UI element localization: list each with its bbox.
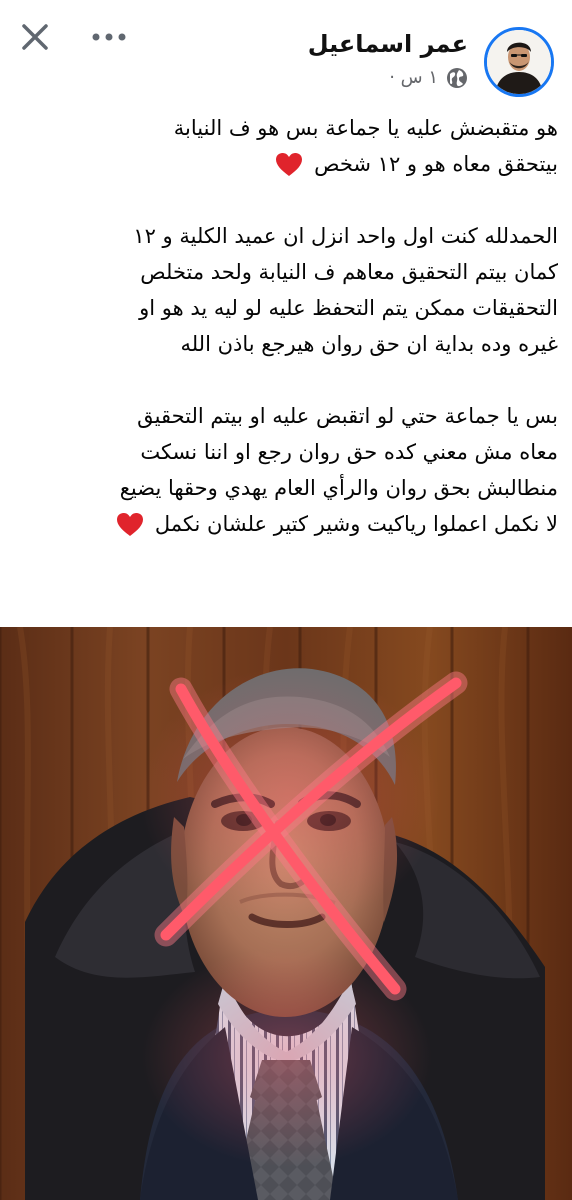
globe-icon[interactable] [446,67,468,89]
post-line: لا نكمل اعملوا رياكيت وشير كتير علشان نك… [22,506,558,542]
post-line: كمان بيتم التحقيق معاهم ف النيابة ولحد م… [140,260,558,284]
post-text: هو متقبضش عليه يا جماعة بس هو ف النيابة … [22,110,558,542]
post-line: غيره وده بداية ان حق روان هيرجع باذن الل… [180,332,558,356]
post-timestamp[interactable]: ١ س · [389,66,438,90]
avatar[interactable] [484,27,554,97]
author-name[interactable]: عمر اسماعيل [308,29,468,59]
more-options-icon [92,33,126,41]
post-line: بس يا جماعة حتي لو اتقبض عليه او بيتم ال… [137,404,558,428]
post-header: عمر اسماعيل ١ س · [0,0,572,104]
post-line: منطالبش بحق روان والرأي العام يهدي وحقها… [119,476,558,500]
post-photo[interactable] [0,627,572,1200]
more-options-button[interactable] [87,22,131,52]
close-button[interactable] [16,18,54,56]
post-line: بيتحقق معاه هو و ١٢ شخص [22,146,558,182]
post-line: التحقيقات ممكن يتم التحفظ عليه لو ليه يد… [139,296,558,320]
post-line: هو متقبضش عليه يا جماعة بس هو ف النيابة [173,116,558,140]
post-line: معاه مش معني كده حق روان رجع او اننا نسك… [140,440,558,464]
post-view: عمر اسماعيل ١ س · هو متقبضش عليه يا جماع… [0,0,572,1200]
post-line: الحمدلله كنت اول واحد انزل ان عميد الكلي… [133,224,558,248]
avatar-photo [487,30,551,94]
heart-icon [117,513,144,536]
close-icon [22,24,48,50]
heart-icon [276,153,303,176]
post-meta: ١ س · [389,66,468,90]
crossed-out-photo [0,627,572,1200]
